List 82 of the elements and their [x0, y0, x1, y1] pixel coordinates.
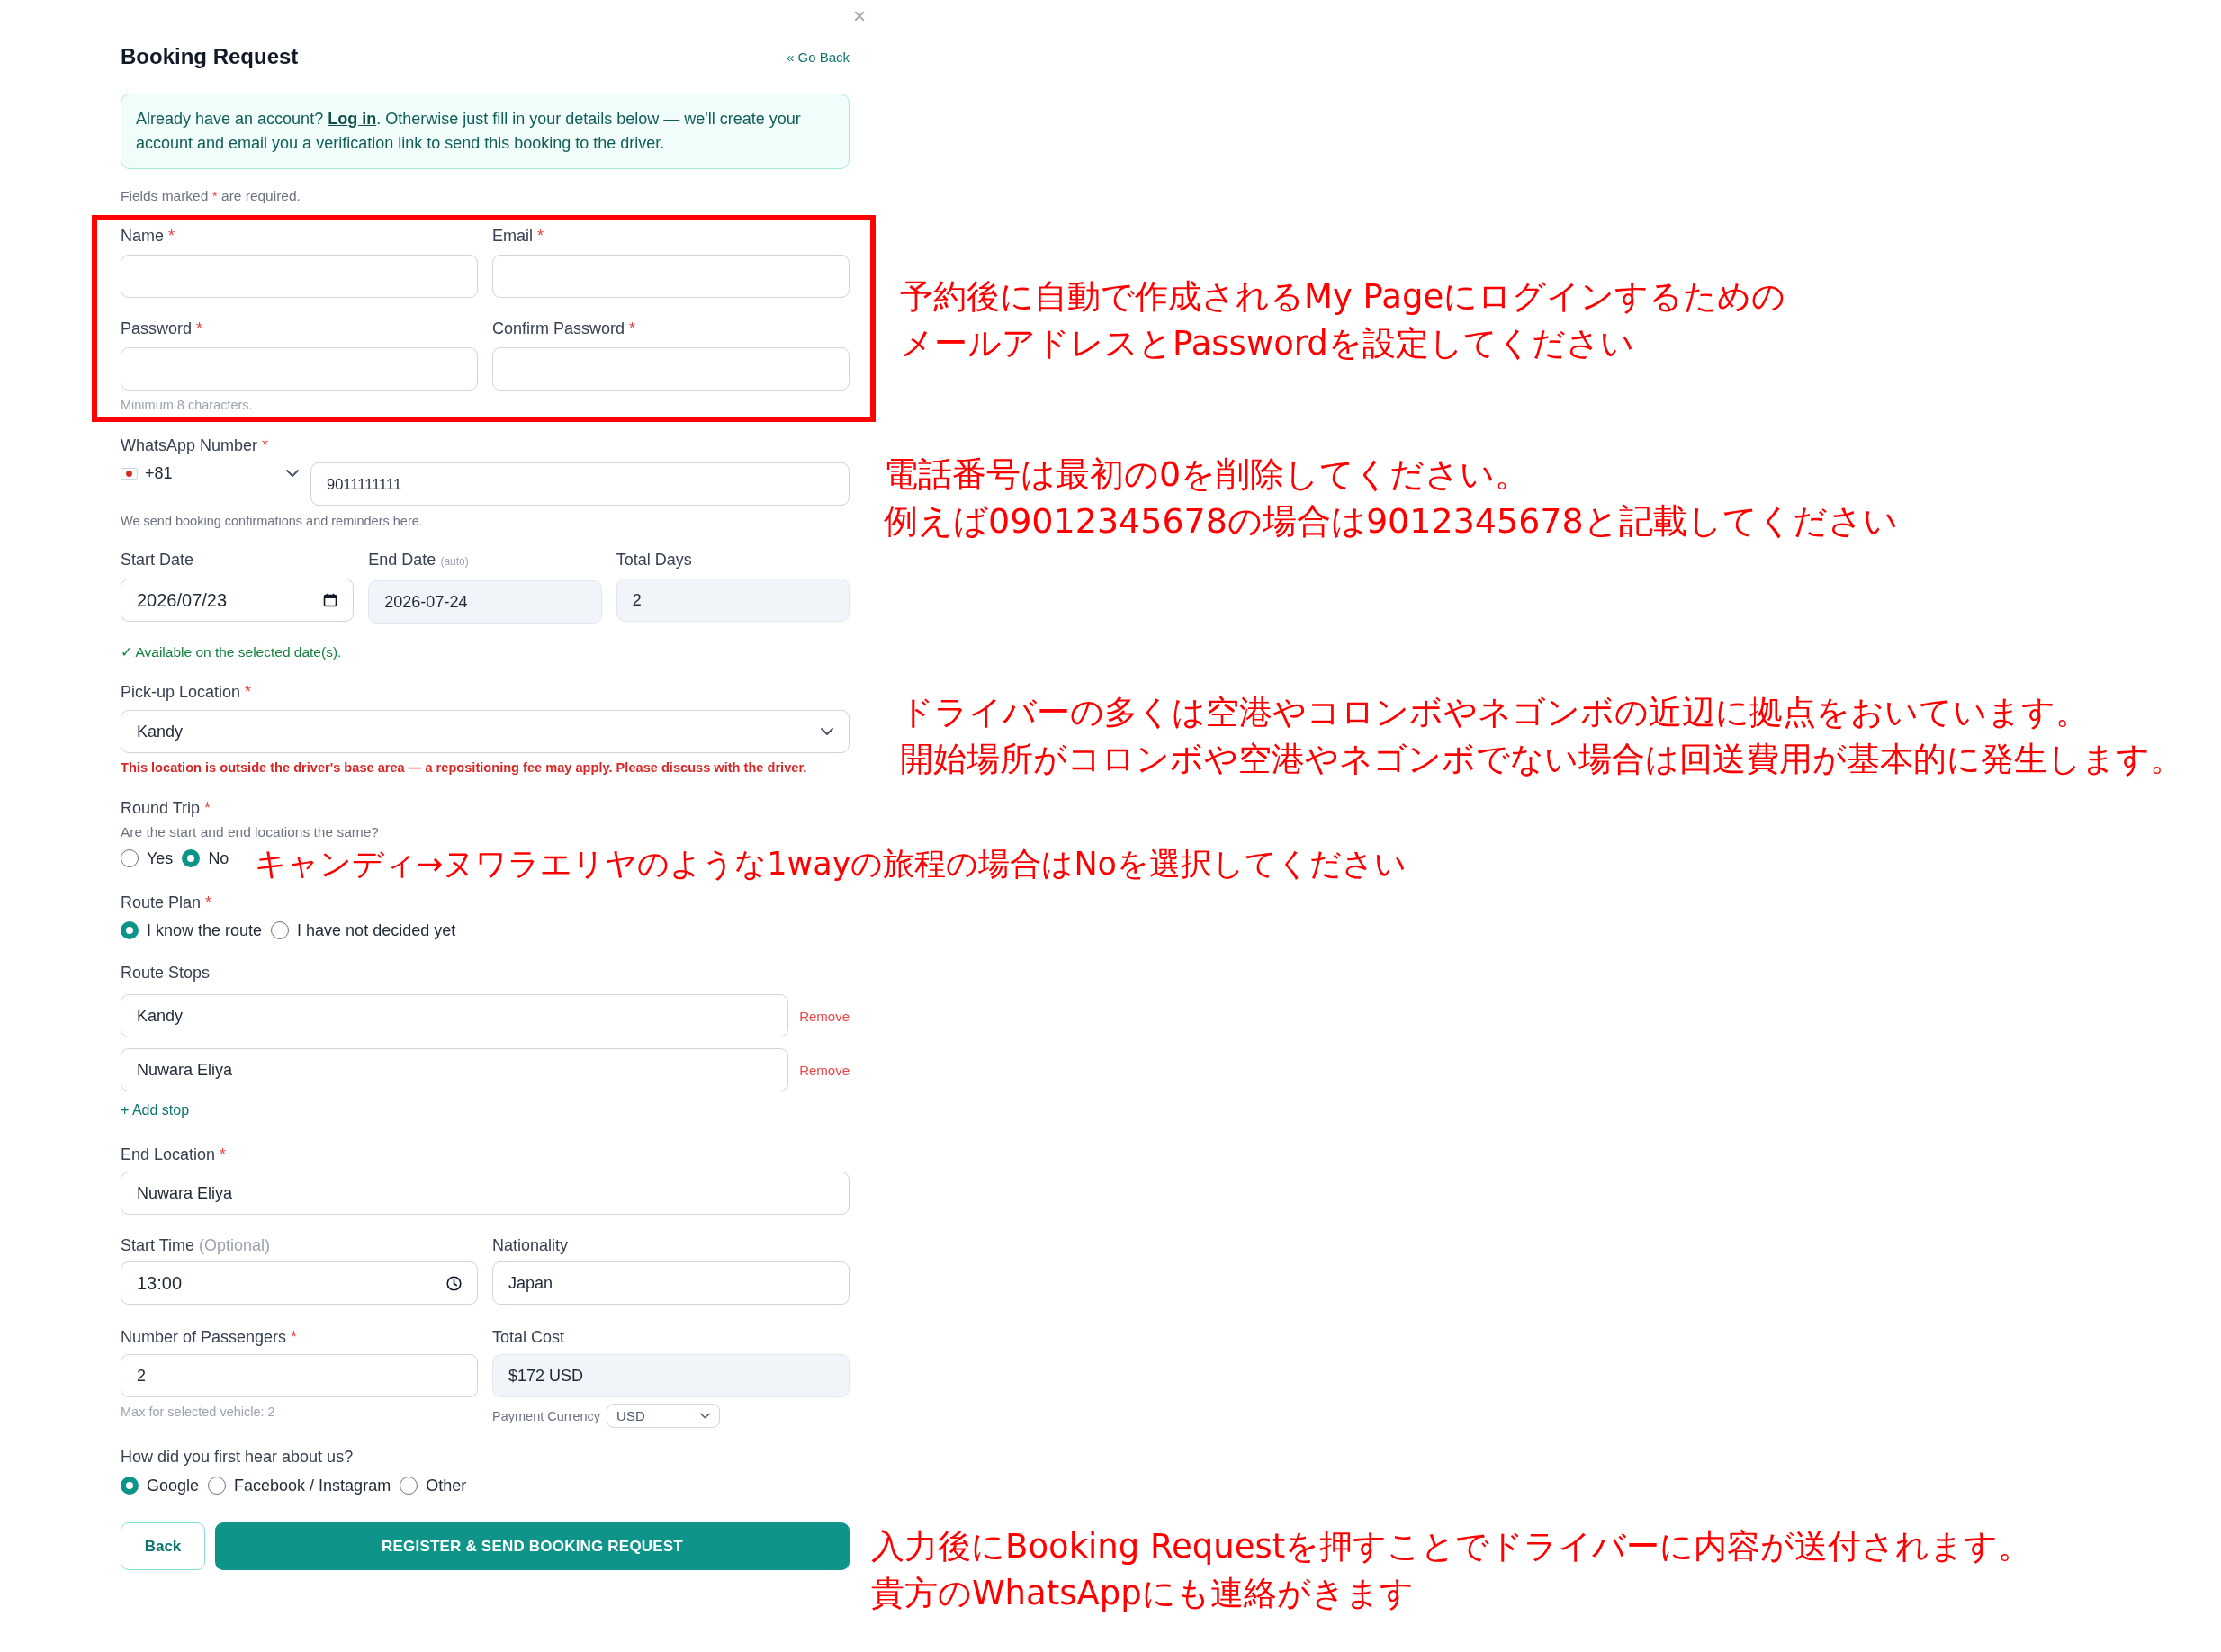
annotation-text: ドライバーの多くは空港やコロンボやネゴンボの近辺に拠点をおいています。: [900, 692, 2089, 733]
go-back-link[interactable]: « Go Back: [786, 49, 850, 65]
field-label: Confirm Password *: [492, 319, 636, 339]
chevron-down-icon[interactable]: [700, 1413, 711, 1419]
add-stop-link[interactable]: + Add stop: [121, 1102, 190, 1118]
flag-icon: [121, 467, 138, 480]
field-hint: Minimum 8 characters.: [121, 397, 253, 413]
field-label: Route Stops: [121, 963, 211, 983]
back-button[interactable]: Back: [121, 1522, 205, 1570]
annotation-text: 貴方のWhatsAppにも連絡がきます: [871, 1573, 1414, 1614]
field-label: Password *: [121, 319, 203, 339]
text-input[interactable]: Nuwara Eliya: [121, 1048, 789, 1091]
radio-button[interactable]: [271, 921, 290, 939]
text-input[interactable]: [121, 255, 478, 298]
option-label[interactable]: I know the route: [147, 920, 263, 940]
text-input[interactable]: 2: [616, 579, 850, 622]
annotation-text: 開始場所がコロンボや空港やネゴンボでない場合は回送費用が基本的に発生します。: [900, 739, 2183, 780]
option-label[interactable]: Other: [426, 1476, 467, 1495]
radio-button[interactable]: [182, 849, 201, 867]
field-label: Name *: [121, 226, 175, 247]
text-input[interactable]: 2: [121, 1354, 478, 1397]
annotation-text: 入力後にBooking Requestを押すことでドライバーに内容が送付されます。: [871, 1526, 2032, 1567]
field-hint: Are the start and end locations the same?: [121, 824, 379, 840]
field-label: Route Plan *: [121, 893, 212, 913]
clock-icon[interactable]: [446, 1275, 462, 1291]
annotation-text: 予約後に自動で作成されるMy Pageにログインするための: [900, 276, 1786, 318]
text-input[interactable]: 2026-07-24: [368, 580, 602, 624]
option-label[interactable]: Yes: [147, 848, 174, 868]
option-label[interactable]: Facebook / Instagram: [234, 1476, 391, 1495]
option-label[interactable]: I have not decided yet: [297, 920, 456, 940]
field-label: Round Trip *: [121, 798, 211, 819]
field-label: Email *: [492, 226, 544, 247]
field-label: Start Date: [121, 550, 194, 570]
remove-link[interactable]: Remove: [799, 1062, 850, 1078]
text-input[interactable]: Kandy: [121, 994, 789, 1037]
field-label: WhatsApp Number *: [121, 435, 269, 456]
dialog-title: Booking Request: [121, 43, 299, 70]
field-label: Total Cost: [492, 1327, 565, 1348]
option-label[interactable]: Google: [147, 1476, 200, 1495]
text-input[interactable]: [121, 347, 478, 391]
remove-link[interactable]: Remove: [799, 1008, 850, 1024]
time-input[interactable]: 13:00: [121, 1261, 478, 1305]
radio-button[interactable]: [121, 921, 139, 939]
field-label: Nationality: [492, 1235, 569, 1256]
field-label: Start Time (Optional): [121, 1235, 271, 1256]
currency-dropdown[interactable]: USD: [607, 1404, 721, 1428]
annotation-text: 例えば09012345678の場合は9012345678と記載してください: [884, 500, 1898, 543]
annotation-text: 電話番号は最初の0を削除してください。: [884, 453, 1530, 496]
radio-button[interactable]: [121, 849, 139, 867]
warning-text: This location is outside the driver's base area — a repositioning fee may apply. Please discuss with the driver.: [121, 759, 807, 776]
chevron-down-icon[interactable]: [286, 470, 299, 477]
text-input[interactable]: [492, 347, 850, 391]
radio-button[interactable]: [121, 1477, 139, 1495]
annotation-text: メールアドレスとPasswordを設定してください: [900, 323, 1634, 364]
field-label: Pick-up Location *: [121, 682, 252, 703]
submit-button[interactable]: REGISTER & SEND BOOKING REQUEST: [215, 1522, 850, 1570]
field-label: How did you first hear about us?: [121, 1447, 354, 1468]
text-input[interactable]: [492, 255, 850, 298]
field-hint: We send booking confirmations and reminders here.: [121, 513, 423, 529]
field-label: End Location *: [121, 1145, 227, 1165]
text-input[interactable]: Japan: [492, 1261, 850, 1305]
login-link[interactable]: Log in: [328, 110, 377, 128]
field-hint: Max for selected vehicle: 2: [121, 1404, 275, 1420]
notice-text: Already have an account? Log in. Otherwise just fill in your details below — we'll create your account and email you a verification link to send this booking to the driver.: [136, 109, 802, 154]
date-input[interactable]: 2026/07/23: [121, 579, 355, 622]
dropdown[interactable]: Kandy: [121, 710, 850, 753]
chevron-down-icon[interactable]: [821, 728, 833, 735]
text-input[interactable]: $172 USD: [492, 1354, 850, 1397]
radio-button[interactable]: [400, 1477, 418, 1495]
annotation-text: キャンディ→ヌワラエリヤのような1wayの旅程の場合はNoを選択してください: [255, 845, 1407, 884]
currency-label: Payment Currency: [492, 1408, 601, 1423]
field-label: Total Days: [616, 550, 692, 570]
availability-status: ✓ Available on the selected date(s).: [121, 644, 342, 660]
calendar-icon[interactable]: [323, 593, 338, 607]
phone-input[interactable]: 9011111111: [310, 462, 850, 506]
country-code-select[interactable]: +81: [121, 462, 301, 484]
required-note: Fields marked * are required.: [121, 187, 301, 205]
field-label: End Date (auto): [368, 550, 469, 570]
text-input[interactable]: Nuwara Eliya: [121, 1172, 850, 1215]
field-label: Number of Passengers *: [121, 1327, 298, 1348]
radio-button[interactable]: [208, 1477, 227, 1495]
option-label[interactable]: No: [208, 848, 229, 868]
